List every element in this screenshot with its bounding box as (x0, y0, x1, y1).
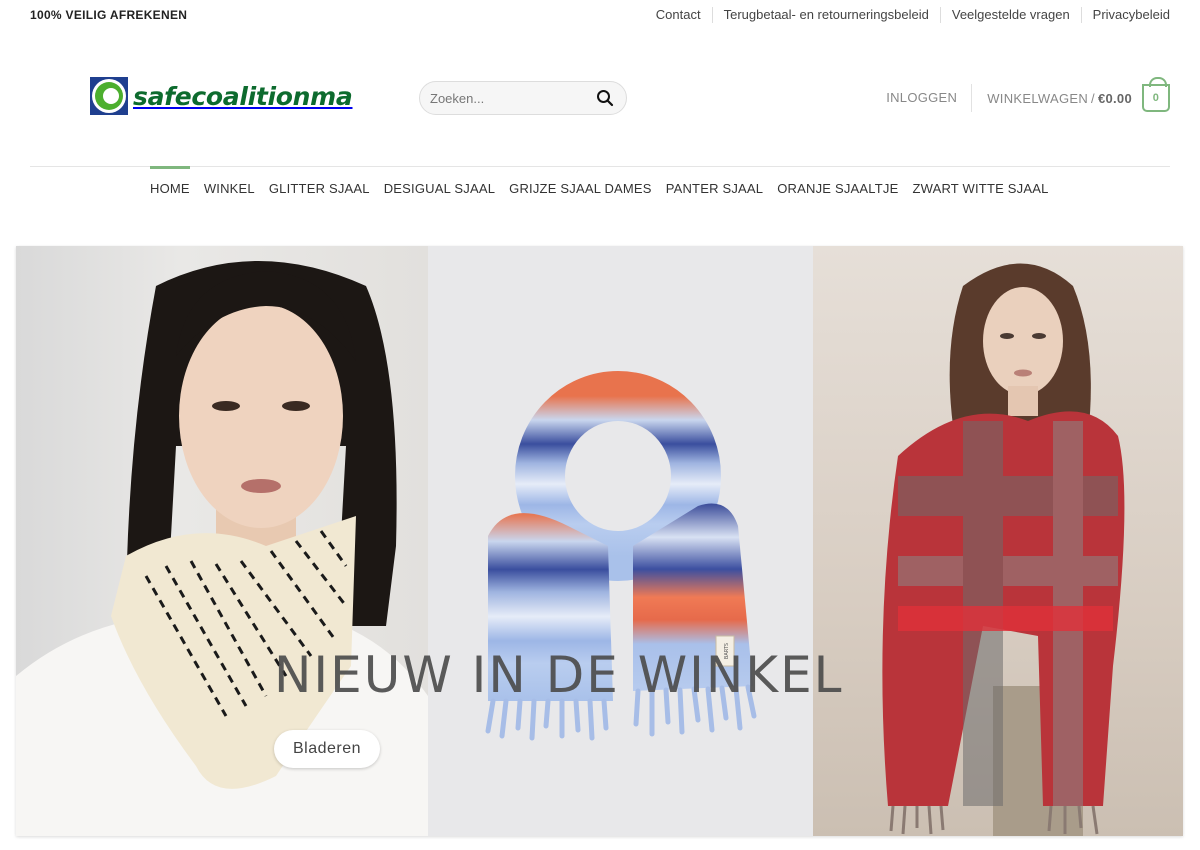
cart-separator: / (1091, 90, 1095, 106)
nav-item-desigual-sjaal[interactable]: DESIGUAL SJAAL (384, 166, 495, 212)
nav-item-panter-sjaal[interactable]: PANTER SJAAL (666, 166, 764, 212)
hero-title: NIEUW IN DE WINKEL (274, 646, 844, 704)
site-logo[interactable]: safecoalitionma (90, 77, 353, 115)
logo-text: safecoalitionma (133, 81, 353, 111)
nav-item-grijze-sjaal-dames[interactable]: GRIJZE SJAAL DAMES (509, 166, 652, 212)
top-bar: 100% VEILIG AFREKENEN Contact Terugbetaa… (30, 0, 1170, 30)
main-nav: HOME WINKEL GLITTER SJAAL DESIGUAL SJAAL… (150, 166, 1063, 212)
account-area: INLOGGEN WINKELWAGEN / €0.00 0 (886, 77, 1170, 115)
hero-image-striped-scarf: BARTS (428, 246, 813, 836)
search-box (419, 81, 627, 115)
cart-total: €0.00 (1097, 90, 1132, 106)
top-link-privacy[interactable]: Privacybeleid (1080, 7, 1170, 23)
top-link-faq[interactable]: Veelgestelde vragen (939, 7, 1081, 23)
cart-count: 0 (1152, 92, 1160, 104)
browse-button[interactable]: Bladeren (274, 730, 381, 768)
site-header: safecoalitionma INLOGGEN WINKELWAGEN / €… (30, 60, 1170, 136)
logo-mark-icon (90, 77, 128, 115)
search-icon[interactable] (594, 87, 616, 109)
top-link-contact[interactable]: Contact (645, 7, 712, 23)
hero-banner: BARTS NIEUW IN DE WINKEL Bladeren (16, 246, 1183, 836)
nav-item-winkel[interactable]: WINKEL (204, 166, 255, 212)
cart-bag-icon[interactable]: 0 (1142, 77, 1170, 112)
search-input[interactable] (430, 90, 590, 106)
nav-item-zwart-witte-sjaal[interactable]: ZWART WITTE SJAAL (912, 166, 1048, 212)
secure-checkout-text: 100% VEILIG AFREKENEN (30, 8, 188, 22)
nav-item-glitter-sjaal[interactable]: GLITTER SJAAL (269, 166, 370, 212)
login-link[interactable]: INLOGGEN (886, 84, 973, 112)
hero-image-model-red-scarf (813, 246, 1183, 836)
cart-label: WINKELWAGEN (987, 90, 1089, 106)
nav-item-home[interactable]: HOME (150, 166, 190, 212)
cart-link[interactable]: WINKELWAGEN / €0.00 0 (972, 77, 1170, 112)
top-nav: Contact Terugbetaal- en retourneringsbel… (645, 7, 1170, 23)
top-link-return-policy[interactable]: Terugbetaal- en retourneringsbeleid (711, 7, 940, 23)
nav-item-oranje-sjaaltje[interactable]: ORANJE SJAALTJE (777, 166, 898, 212)
